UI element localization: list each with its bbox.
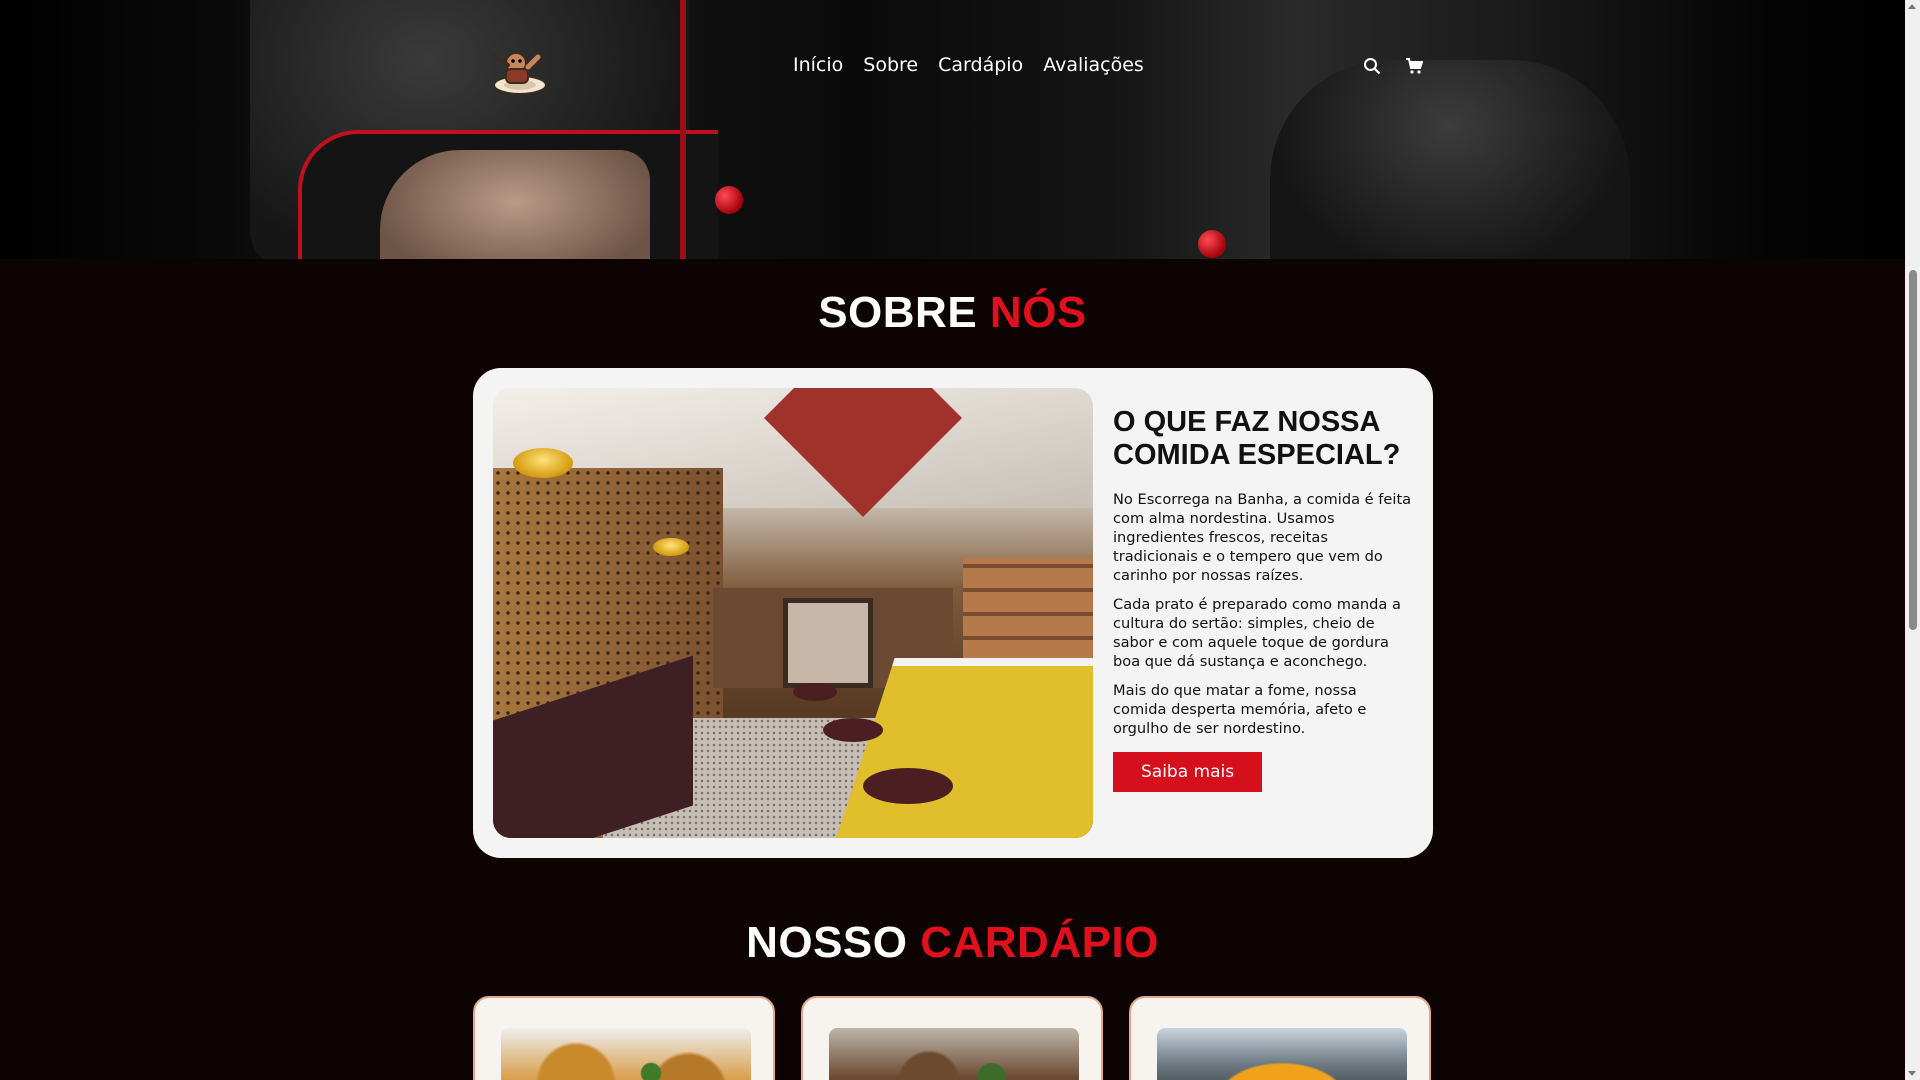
photo-stool: [793, 683, 837, 701]
hero-jacket-button: [1198, 230, 1226, 258]
scroll-down-arrow[interactable]: [1908, 1071, 1916, 1076]
scrollbar-thumb[interactable]: [1909, 270, 1917, 630]
menu-card[interactable]: [801, 996, 1103, 1080]
menu-section-title: NOSSO CARDÁPIO: [0, 918, 1905, 968]
hero-chef-arm: [380, 150, 650, 259]
nav-icons: [1360, 54, 1426, 78]
nav-link-avaliacoes[interactable]: Avaliações: [1043, 54, 1144, 76]
menu-cards: [473, 996, 1431, 1080]
cart-icon[interactable]: [1402, 54, 1426, 78]
dish-photo: [1157, 1028, 1407, 1080]
menu-title-red: CARDÁPIO: [920, 918, 1159, 967]
photo-stool: [823, 718, 883, 742]
top-navigation: Início Sobre Cardápio Avaliações: [0, 0, 1905, 130]
about-paragraph: Cada prato é preparado como manda a cult…: [1113, 596, 1401, 670]
photo-lamp: [653, 538, 689, 556]
about-text-block: O QUE FAZ NOSSA COMIDA ESPECIAL? No Esco…: [1113, 388, 1413, 838]
about-card: O QUE FAZ NOSSA COMIDA ESPECIAL? No Esco…: [473, 368, 1433, 858]
restaurant-interior-photo: [493, 388, 1093, 838]
dish-photo: [501, 1028, 751, 1080]
scroll-up-arrow[interactable]: [1908, 4, 1916, 9]
menu-card[interactable]: [473, 996, 775, 1080]
about-heading: O QUE FAZ NOSSA COMIDA ESPECIAL?: [1113, 406, 1401, 471]
nav-link-cardapio[interactable]: Cardápio: [938, 54, 1023, 76]
main-menu: Início Sobre Cardápio Avaliações: [793, 54, 1144, 76]
about-paragraph: Mais do que matar a fome, nossa comida d…: [1113, 682, 1367, 737]
saiba-mais-button[interactable]: Saiba mais: [1113, 752, 1263, 792]
about-section-title: SOBRE NÓS: [0, 288, 1905, 338]
search-icon[interactable]: [1360, 54, 1384, 78]
hero-jacket-button: [715, 186, 743, 214]
about-title-white: SOBRE: [818, 288, 978, 337]
photo-stool: [863, 768, 953, 804]
menu-title-white: NOSSO: [746, 918, 908, 967]
page-scrollbar[interactable]: [1905, 0, 1920, 1080]
dish-photo: [829, 1028, 1079, 1080]
about-title-red: NÓS: [989, 288, 1087, 337]
menu-card[interactable]: [1129, 996, 1431, 1080]
mascot-logo-icon[interactable]: [484, 45, 554, 97]
nav-link-sobre[interactable]: Sobre: [863, 54, 918, 76]
photo-lamp: [513, 448, 573, 478]
nav-link-inicio[interactable]: Início: [793, 54, 843, 76]
about-paragraph: No Escorrega na Banha, a comida é feita …: [1113, 491, 1412, 584]
photo-door: [783, 598, 873, 688]
